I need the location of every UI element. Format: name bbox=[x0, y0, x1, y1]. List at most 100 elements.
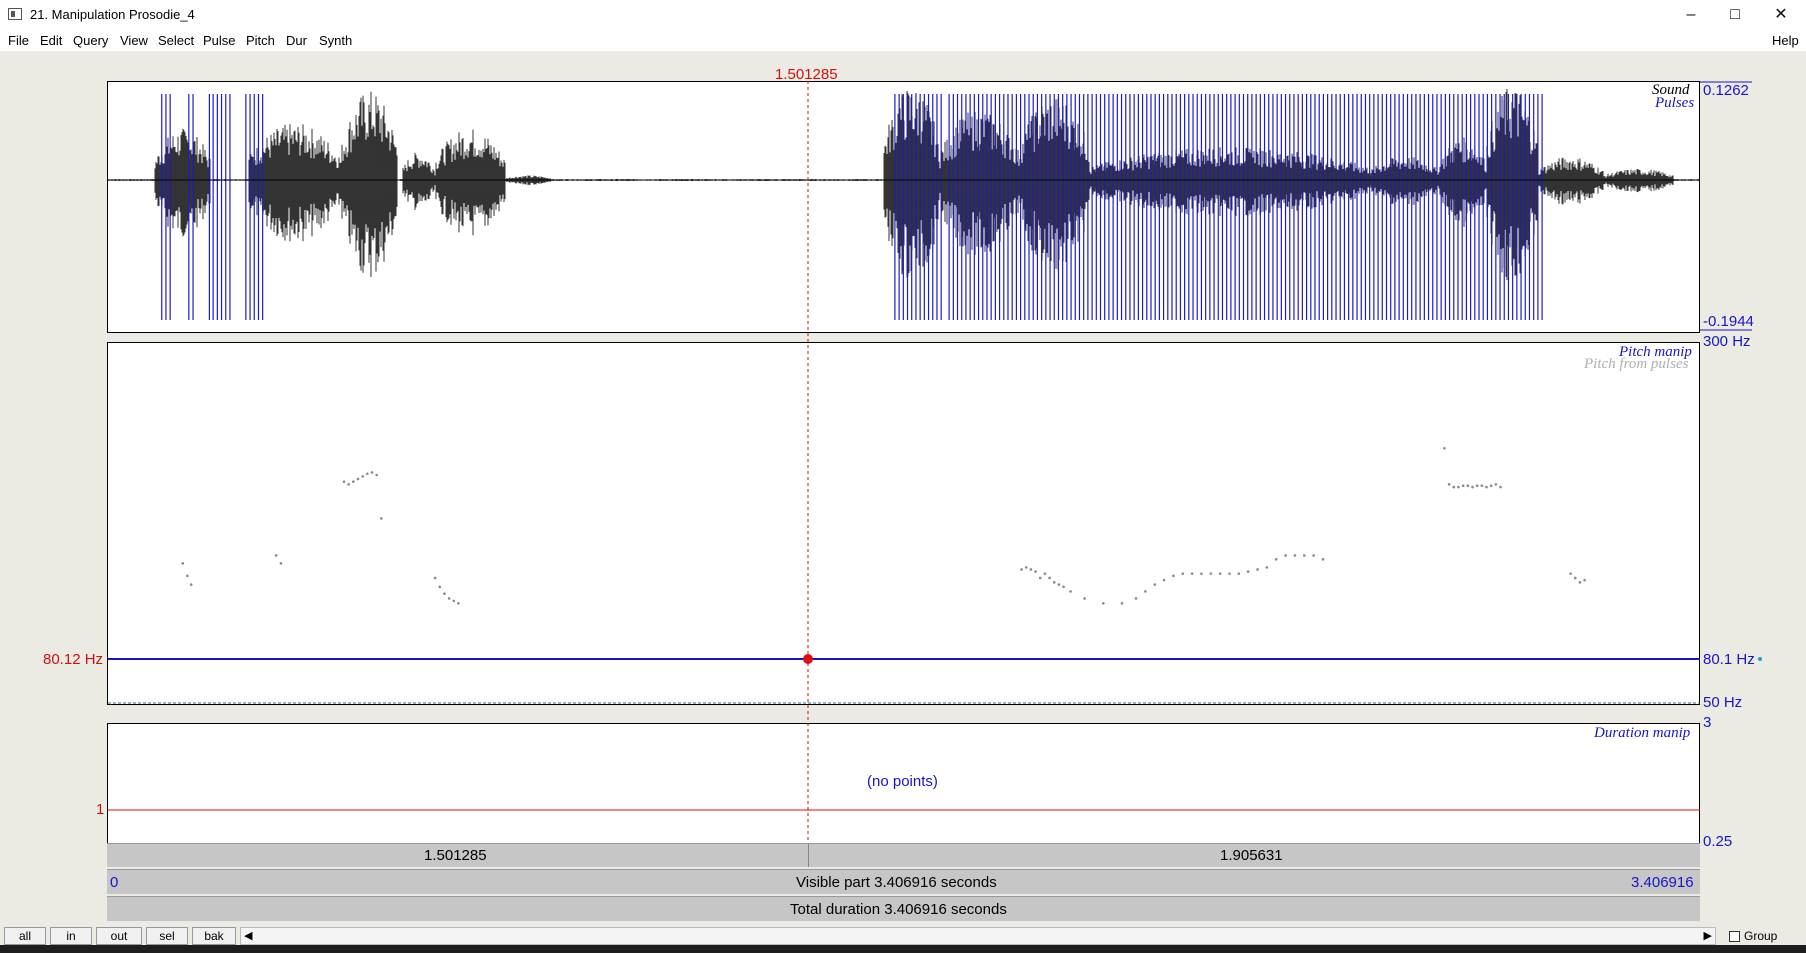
pitch-point bbox=[1052, 581, 1056, 584]
pitch-point bbox=[433, 576, 437, 580]
right-pitch-marker bbox=[1758, 657, 1762, 661]
pitch-point bbox=[1162, 578, 1166, 582]
pitch-point bbox=[1466, 484, 1470, 488]
pitch-point bbox=[1447, 483, 1451, 486]
total-duration-label: Total duration 3.406916 seconds bbox=[790, 901, 1007, 918]
pitch-point bbox=[1246, 570, 1250, 573]
pitch-point bbox=[1153, 583, 1157, 586]
pitch-point bbox=[1274, 558, 1278, 561]
pitch-point bbox=[1569, 572, 1572, 575]
pitch-point bbox=[1062, 585, 1065, 589]
pitch-point bbox=[1029, 568, 1033, 571]
pitch-point bbox=[1256, 568, 1259, 571]
total-duration-bar[interactable]: Total duration 3.406916 seconds bbox=[107, 896, 1700, 921]
pitch-point bbox=[1321, 558, 1325, 561]
pitch-point bbox=[1038, 576, 1042, 580]
pitch-point bbox=[1480, 484, 1484, 488]
pitch-point bbox=[380, 517, 383, 520]
cursor-time-label: 1.501285 bbox=[775, 66, 838, 83]
zoom-sel-button[interactable]: sel bbox=[146, 927, 188, 945]
pitch-point bbox=[1457, 485, 1460, 489]
pitch-point bbox=[1485, 485, 1488, 489]
zoom-back-button[interactable]: bak bbox=[192, 927, 236, 945]
pitch-point bbox=[1312, 554, 1315, 557]
pitch-point bbox=[1048, 576, 1051, 580]
pitch-point bbox=[189, 583, 193, 586]
scroll-right-arrow-icon[interactable]: ▶ bbox=[1704, 929, 1712, 942]
pitch-point bbox=[1120, 602, 1124, 605]
pitch-point bbox=[356, 477, 360, 481]
pitch-point bbox=[181, 562, 185, 565]
pitch-point bbox=[1573, 576, 1577, 580]
duration-bottom-label: 0.25 bbox=[1703, 833, 1733, 850]
pitch-top-label: 300 Hz bbox=[1703, 333, 1751, 350]
pitch-point bbox=[1461, 484, 1465, 488]
pitch-point bbox=[274, 554, 278, 557]
pitch-point bbox=[1043, 572, 1047, 575]
pitch-point bbox=[1471, 485, 1474, 489]
pulses-label: Pulses bbox=[1655, 95, 1695, 111]
pitch-point bbox=[1200, 572, 1203, 575]
pitch-point bbox=[1302, 554, 1306, 557]
pitch-point bbox=[352, 480, 355, 483]
group-label: Group bbox=[1744, 929, 1778, 943]
duration-top-label: 3 bbox=[1703, 714, 1712, 731]
pitch-point bbox=[1499, 485, 1502, 489]
pitch-point bbox=[1057, 583, 1061, 586]
left-segment-duration: 1.501285 bbox=[424, 847, 487, 864]
pitch-point bbox=[1237, 572, 1241, 575]
pitch-point bbox=[1475, 484, 1479, 488]
pitch-from-pulses-points bbox=[181, 447, 1586, 605]
pitch-point bbox=[1181, 572, 1185, 575]
visible-part-bar[interactable]: 0 Visible part 3.406916 seconds 3.406916 bbox=[107, 869, 1700, 894]
pitch-point bbox=[443, 592, 446, 596]
pitch-point bbox=[342, 480, 346, 483]
pitch-point bbox=[1218, 572, 1222, 575]
pitch-point bbox=[457, 602, 460, 605]
sound-ymax-label: 0.1262 bbox=[1703, 82, 1749, 99]
pitch-point bbox=[1583, 578, 1586, 582]
pitch-from-pulses-label: Pitch from pulses bbox=[1584, 356, 1689, 372]
pitch-point bbox=[375, 473, 378, 477]
pitch-point bbox=[1284, 554, 1287, 557]
pitch-point bbox=[452, 599, 456, 603]
pitch-point bbox=[1102, 602, 1105, 605]
pitch-cursor-value-right: 80.1 Hz bbox=[1703, 651, 1755, 668]
pitch-point bbox=[186, 574, 189, 578]
pitch-point bbox=[1020, 568, 1023, 571]
zoom-all-button[interactable]: all bbox=[4, 927, 46, 945]
pitch-point bbox=[361, 475, 364, 478]
pitch-point bbox=[366, 472, 369, 476]
pitch-bottom-label: 50 Hz bbox=[1703, 694, 1743, 711]
pitch-point bbox=[1172, 574, 1175, 578]
right-segment-duration: 1.905631 bbox=[1220, 847, 1283, 864]
sound-ymin-label: -0.1944 bbox=[1703, 313, 1754, 330]
signal-canvas bbox=[107, 81, 1762, 866]
pitch-point bbox=[1452, 485, 1456, 489]
pitch-point bbox=[1034, 570, 1037, 573]
pitch-point bbox=[1293, 554, 1297, 557]
pitch-point bbox=[1190, 572, 1194, 575]
pitch-point bbox=[370, 471, 374, 474]
pitch-point bbox=[1024, 566, 1028, 569]
pitch-point bbox=[1209, 572, 1213, 575]
scroll-left-arrow-icon[interactable]: ◀ bbox=[244, 929, 252, 942]
duration-manip-label: Duration manip bbox=[1594, 725, 1691, 741]
zoom-in-button[interactable]: in bbox=[50, 927, 92, 945]
pitch-point bbox=[279, 562, 283, 565]
duration-one-label: 1 bbox=[96, 801, 105, 818]
pitch-point bbox=[1443, 447, 1446, 450]
pitch-point bbox=[1228, 572, 1231, 575]
pitch-point bbox=[1144, 590, 1147, 593]
segment-time-bar[interactable]: 1.501285 1.905631 bbox=[107, 843, 1700, 867]
pitch-point bbox=[447, 597, 451, 600]
group-checkbox[interactable] bbox=[1729, 931, 1740, 942]
pitch-point bbox=[438, 585, 442, 589]
visible-end: 3.406916 bbox=[1631, 874, 1694, 891]
visible-start: 0 bbox=[110, 874, 119, 891]
pitch-manip-point[interactable] bbox=[803, 654, 813, 664]
pitch-point bbox=[1489, 484, 1493, 488]
horizontal-scrollbar[interactable]: ◀ ▶ bbox=[240, 927, 1716, 945]
zoom-out-button[interactable]: out bbox=[96, 927, 142, 945]
pitch-point bbox=[1578, 581, 1582, 584]
